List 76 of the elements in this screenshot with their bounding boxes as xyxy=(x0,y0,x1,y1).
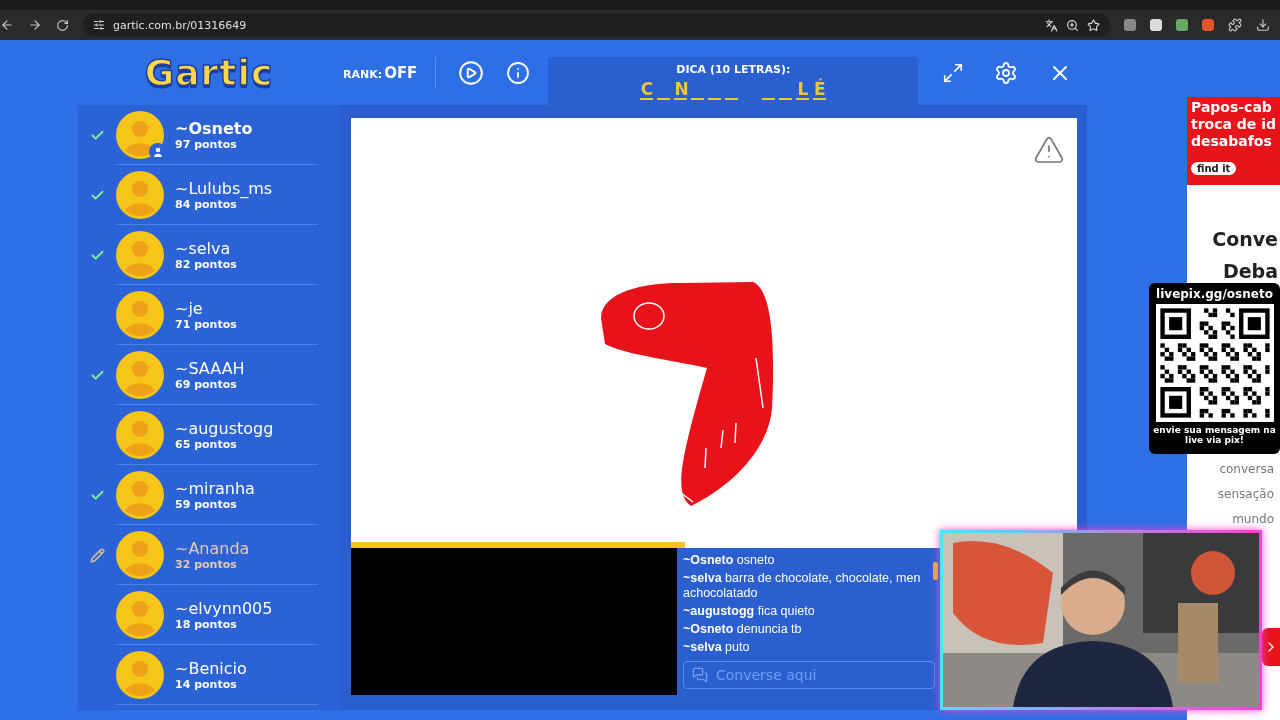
player-name: ~Ananda xyxy=(175,539,250,558)
chat-message: ~Osneto denuncia tb xyxy=(683,622,803,637)
qr-caption: envie sua mensagem na live via pix! xyxy=(1153,425,1276,445)
download-icon[interactable] xyxy=(1256,18,1270,32)
ad-text: conversa xyxy=(1219,461,1275,478)
hint-letter: É xyxy=(813,79,827,100)
chat-message: ~augustogg fica quieto xyxy=(683,604,816,619)
player-name: ~Benicio xyxy=(175,659,247,678)
player-points: 69 pontos xyxy=(175,378,238,391)
chat-placeholder: Converse aqui xyxy=(716,667,817,683)
player-name: ~augustogg xyxy=(175,419,274,438)
player-name: ~miranha xyxy=(175,479,255,498)
forward-icon[interactable] xyxy=(28,18,42,32)
hint-label: DICA (10 LETRAS): xyxy=(676,62,791,76)
hint-letter: L xyxy=(796,79,810,100)
avatar-icon xyxy=(116,171,164,219)
ad-text: sensação xyxy=(1217,486,1275,503)
avatar-icon xyxy=(116,111,164,159)
avatar-icon xyxy=(116,291,164,339)
extensions-icon[interactable] xyxy=(1228,18,1242,32)
chat-message: ~selva puto xyxy=(683,640,751,655)
player-points: 84 pontos xyxy=(175,198,238,211)
player-name: ~je xyxy=(175,299,204,318)
avatar-icon xyxy=(116,651,164,699)
player-points: 71 pontos xyxy=(175,318,237,331)
warning-icon[interactable] xyxy=(1033,134,1065,166)
expand-icon[interactable] xyxy=(942,61,965,84)
back-icon[interactable] xyxy=(0,18,14,32)
hint-letter: N xyxy=(674,79,688,100)
player-points: 14 pontos xyxy=(175,678,238,691)
ad-headline: Conve xyxy=(1212,227,1279,252)
extension-icon[interactable] xyxy=(1150,19,1162,31)
player-points: 18 pontos xyxy=(175,618,238,631)
address-bar[interactable]: gartic.com.br/01316649 xyxy=(83,13,1110,37)
site-settings-icon[interactable] xyxy=(93,19,105,31)
qr-title: livepix.gg/osneto xyxy=(1156,287,1273,301)
player-points: 82 pontos xyxy=(175,258,237,271)
avatar-icon xyxy=(116,531,164,579)
chat-icon xyxy=(692,667,708,683)
settings-icon[interactable] xyxy=(994,60,1019,85)
translate-icon[interactable] xyxy=(1045,18,1058,32)
url-text: gartic.com.br/01316649 xyxy=(113,18,247,32)
player-name: ~selva xyxy=(175,239,232,258)
scrollbar-thumb[interactable] xyxy=(933,562,938,580)
logo: Gartic xyxy=(144,52,274,93)
avatar-icon xyxy=(116,591,164,639)
ad-banner-text: troca de id xyxy=(1191,116,1278,133)
player-points: 59 pontos xyxy=(175,498,238,511)
bookmark-star-icon[interactable] xyxy=(1087,18,1100,32)
player-name: ~elvynn005 xyxy=(175,599,273,618)
ad-headline: Deba xyxy=(1222,259,1279,284)
rank-toggle[interactable]: RANK:OFF xyxy=(343,63,418,82)
info-icon[interactable] xyxy=(506,60,531,85)
ad-banner-text: desabafos xyxy=(1191,133,1273,150)
player-name: ~Lulubs_ms xyxy=(175,179,273,198)
avatar-icon xyxy=(116,471,164,519)
player-points: 97 pontos xyxy=(175,138,238,151)
player-name: ~Osneto xyxy=(175,119,253,138)
avatar-icon xyxy=(116,231,164,279)
play-icon[interactable] xyxy=(458,59,485,86)
player-name: ~SAAAH xyxy=(175,359,245,378)
chat-message: ~Osneto osneto xyxy=(683,553,776,568)
player-points: 32 pontos xyxy=(175,558,238,571)
next-arrow-button[interactable] xyxy=(1262,628,1280,666)
zoom-icon[interactable] xyxy=(1066,18,1079,32)
avatar-icon xyxy=(116,411,164,459)
find-it-button[interactable]: find it xyxy=(1191,162,1237,175)
extension-icon[interactable] xyxy=(1202,19,1214,31)
extension-icon[interactable] xyxy=(1124,19,1136,31)
player-points: 65 pontos xyxy=(175,438,238,451)
reload-icon[interactable] xyxy=(56,18,69,32)
hint-letter: C xyxy=(640,79,654,100)
ad-banner-text: Papos-cab xyxy=(1191,99,1273,116)
avatar-icon xyxy=(116,351,164,399)
ad-text: mundo xyxy=(1232,511,1275,528)
extension-icon[interactable] xyxy=(1176,19,1188,31)
